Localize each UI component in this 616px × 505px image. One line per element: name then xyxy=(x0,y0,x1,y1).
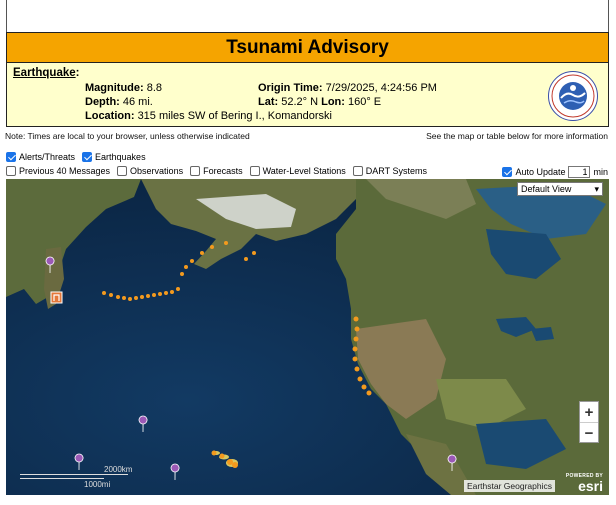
auto-update-control: Auto Update min xyxy=(502,166,608,178)
zoom-in-button[interactable]: + xyxy=(580,402,598,422)
map-attribution[interactable]: Earthstar Geographics xyxy=(463,480,555,492)
scale-mi-line xyxy=(20,478,104,479)
earthquakes-toggle[interactable]: Earthquakes xyxy=(82,152,146,162)
zoom-out-button[interactable]: − xyxy=(580,423,598,443)
event-info-panel: Earthquake: Magnitude: 8.8 Depth: 46 mi.… xyxy=(6,63,609,127)
map-note: See the map or table below for more info… xyxy=(426,131,608,141)
location-row: Location: 315 miles SW of Bering I., Kom… xyxy=(85,110,332,122)
map-scale-bar: 2000km 1000mi xyxy=(20,465,133,491)
page-frame-top xyxy=(6,0,609,32)
origin-time-row: Origin Time: 7/29/2025, 4:24:56 PM xyxy=(258,82,437,94)
view-select[interactable]: Default View ▾ xyxy=(517,182,603,196)
time-note: Note: Times are local to your browser, u… xyxy=(5,131,250,141)
observations-checkbox[interactable] xyxy=(117,166,128,176)
zoom-control: + − xyxy=(579,401,599,443)
previous-messages-toggle[interactable]: Previous 40 Messages xyxy=(6,166,110,176)
esri-logo[interactable]: POWERED BY esri xyxy=(566,471,603,493)
magnitude-row: Magnitude: 8.8 xyxy=(85,82,163,94)
page-title: Tsunami Advisory xyxy=(226,36,389,58)
alerts-threats-checkbox[interactable] xyxy=(6,152,16,162)
alerts-threats-toggle[interactable]: Alerts/Threats xyxy=(6,152,75,162)
earthquakes-checkbox[interactable] xyxy=(82,152,93,162)
scale-mi-label: 1000mi xyxy=(84,480,111,489)
location-value: 315 miles SW of Bering I., Komandorski xyxy=(137,110,332,122)
chevron-down-icon: ▾ xyxy=(594,183,599,194)
title-bar: Tsunami Advisory xyxy=(6,32,609,63)
water-level-stations-checkbox[interactable] xyxy=(249,166,260,176)
origin-time-value: 7/29/2025, 4:24:56 PM xyxy=(325,82,437,94)
layer-toggles-row2: Previous 40 Messages Observations Foreca… xyxy=(6,166,431,176)
nws-seal-icon xyxy=(548,71,598,121)
alert-overlay xyxy=(45,241,457,481)
auto-update-interval-input[interactable] xyxy=(568,166,591,178)
quake-markers xyxy=(45,256,457,481)
forecasts-toggle[interactable]: Forecasts xyxy=(190,166,243,176)
magnitude-value: 8.8 xyxy=(146,82,163,94)
dart-systems-toggle[interactable]: DART Systems xyxy=(352,166,427,176)
depth-row: Depth: 46 mi. xyxy=(85,96,153,108)
epicenter-marker xyxy=(50,291,63,304)
lon-value: 160° E xyxy=(348,96,382,108)
forecasts-checkbox[interactable] xyxy=(190,166,201,176)
map-view[interactable]: Default View ▾ + − 2000km 1000mi Earthst… xyxy=(6,179,609,495)
water-level-stations-toggle[interactable]: Water-Level Stations xyxy=(249,166,346,176)
previous-messages-checkbox[interactable] xyxy=(6,166,16,176)
latlon-row: Lat: 52.2° N Lon: 160° E xyxy=(258,96,382,108)
event-heading: Earthquake: xyxy=(13,67,80,79)
scale-km-line xyxy=(20,474,128,475)
observations-toggle[interactable]: Observations xyxy=(117,166,183,176)
auto-update-unit: min xyxy=(593,167,608,177)
scale-km-label: 2000km xyxy=(104,465,133,474)
layer-toggles-row1: Alerts/Threats Earthquakes xyxy=(6,152,150,162)
depth-value: 46 mi. xyxy=(122,96,153,108)
auto-update-label: Auto Update xyxy=(515,167,566,177)
lat-value: 52.2° N xyxy=(281,96,319,108)
dart-systems-checkbox[interactable] xyxy=(352,166,363,176)
auto-update-checkbox[interactable] xyxy=(502,167,513,177)
